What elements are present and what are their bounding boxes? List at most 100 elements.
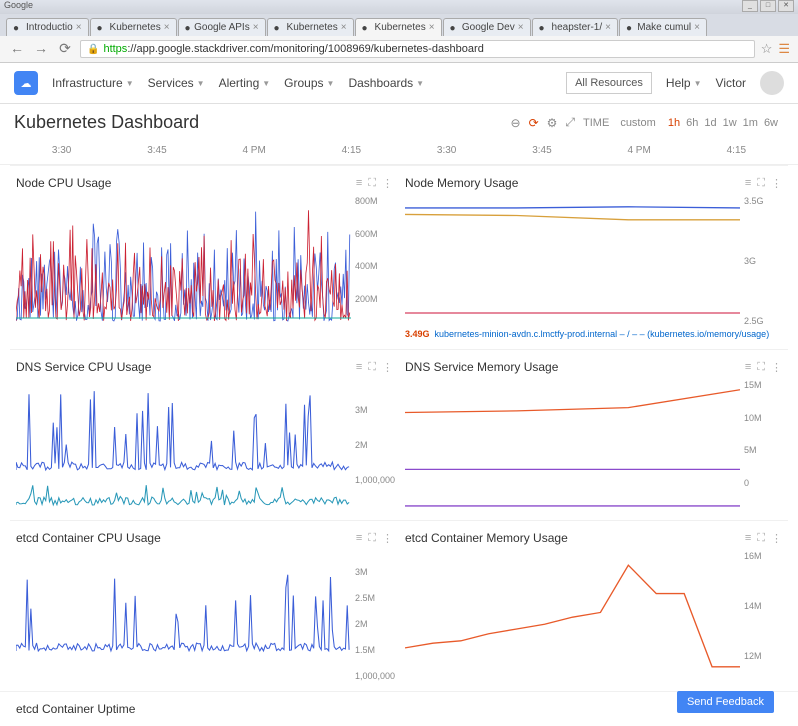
y-tick: 15M: [744, 380, 782, 390]
chart-plot[interactable]: [405, 196, 740, 326]
lock-icon: 🔒: [87, 44, 99, 55]
time-range-1w[interactable]: 1w: [720, 117, 740, 129]
y-tick: 10M: [744, 413, 782, 423]
resource-label: All Resources: [575, 77, 643, 89]
chart-expand-icon[interactable]: ⛶: [368, 177, 376, 190]
y-tick: 600M: [355, 229, 393, 239]
time-range-1h[interactable]: 1h: [665, 117, 683, 129]
nav-services[interactable]: Services▼: [148, 76, 205, 90]
y-tick: 2.5G: [744, 316, 782, 326]
chart-expand-icon[interactable]: ⛶: [368, 361, 376, 374]
chart-legend: 3.49G kubernetes-minion-avdn.c.lmctfy-pr…: [405, 329, 782, 339]
browser-tab[interactable]: ●Google Dev×: [443, 18, 531, 36]
browser-tab[interactable]: ●Introductio×: [6, 18, 89, 36]
time-range-6w[interactable]: 6w: [761, 117, 781, 129]
nav-dashboards[interactable]: Dashboards▼: [348, 76, 424, 90]
favicon-icon: ●: [97, 23, 107, 33]
browser-tab[interactable]: ●Make cumul×: [619, 18, 707, 36]
chart-list-icon[interactable]: ≡: [745, 532, 751, 545]
time-range-1m[interactable]: 1m: [740, 117, 761, 129]
forward-button[interactable]: →: [32, 40, 50, 58]
tab-close-icon[interactable]: ×: [429, 22, 435, 33]
y-tick: 16M: [744, 551, 782, 561]
tab-close-icon[interactable]: ×: [605, 22, 611, 33]
y-tick: 0: [744, 478, 782, 488]
favicon-icon: ●: [450, 23, 459, 33]
y-tick: 3M: [355, 405, 393, 415]
time-label: TIME: [583, 117, 609, 129]
title-toolbar: ⊖ ⟳ ⚙ ⤢ TIME custom 1h6h1d1w1m6w: [511, 115, 784, 130]
chart-menu-icon[interactable]: ⋮: [382, 177, 393, 190]
page-title: Kubernetes Dashboard: [14, 112, 199, 133]
time-range-1d[interactable]: 1d: [701, 117, 719, 129]
refresh-icon[interactable]: ⟳: [529, 116, 539, 130]
chart-list-icon[interactable]: ≡: [356, 177, 362, 190]
url-input[interactable]: 🔒 https://app.google.stackdriver.com/mon…: [80, 40, 755, 58]
y-tick: 2.5M: [355, 593, 393, 603]
y-tick: 1,000,000: [355, 671, 393, 681]
minimize-button[interactable]: _: [742, 0, 758, 12]
chart-plot[interactable]: [16, 380, 351, 510]
help-menu[interactable]: Help▼: [666, 76, 702, 90]
user-menu[interactable]: Victor: [716, 76, 746, 90]
send-feedback-button[interactable]: Send Feedback: [677, 691, 774, 713]
avatar[interactable]: [760, 71, 784, 95]
settings-icon[interactable]: ⚙: [547, 116, 558, 130]
chart-expand-icon[interactable]: ⛶: [757, 532, 765, 545]
tab-close-icon[interactable]: ×: [518, 22, 524, 33]
chart-grid: Node CPU Usage ≡ ⛶ ⋮ 800M600M400M200M No…: [0, 165, 798, 691]
tab-close-icon[interactable]: ×: [76, 22, 82, 33]
browser-tab[interactable]: ●Kubernetes×: [90, 18, 177, 36]
url-path: ://app.google.stackdriver.com/monitoring…: [127, 43, 484, 55]
tab-close-icon[interactable]: ×: [253, 22, 259, 33]
y-axis: 3.5G3G2.5G: [740, 196, 782, 326]
chart-list-icon[interactable]: ≡: [745, 361, 751, 374]
time-range-selector: custom 1h6h1d1w1m6w: [617, 117, 784, 129]
bookmark-icon[interactable]: ☆: [761, 41, 773, 57]
chart-menu-icon[interactable]: ⋮: [771, 532, 782, 545]
chart-expand-icon[interactable]: ⛶: [368, 532, 376, 545]
chart-expand-icon[interactable]: ⛶: [757, 177, 765, 190]
y-tick: 3M: [355, 567, 393, 577]
chart-menu-icon[interactable]: ⋮: [382, 532, 393, 545]
chart-list-icon[interactable]: ≡: [356, 532, 362, 545]
y-tick: 400M: [355, 261, 393, 271]
stackdriver-logo-icon[interactable]: ☁: [14, 71, 38, 95]
back-button[interactable]: ←: [8, 40, 26, 58]
tab-close-icon[interactable]: ×: [341, 22, 347, 33]
time-custom[interactable]: custom: [617, 117, 658, 129]
reload-button[interactable]: ⟳: [56, 40, 74, 58]
hamburger-icon[interactable]: ☰: [778, 41, 790, 57]
nav-alerting[interactable]: Alerting▼: [219, 76, 271, 90]
tab-close-icon[interactable]: ×: [164, 22, 170, 33]
browser-tab[interactable]: ●heapster-1/×: [532, 18, 618, 36]
maximize-button[interactable]: □: [760, 0, 776, 12]
chart-menu-icon[interactable]: ⋮: [771, 177, 782, 190]
chart-expand-icon[interactable]: ⛶: [757, 361, 765, 374]
nav-infrastructure[interactable]: Infrastructure▼: [52, 76, 134, 90]
time-range-6h[interactable]: 6h: [683, 117, 701, 129]
caret-icon: ▼: [694, 79, 702, 88]
chart-menu-icon[interactable]: ⋮: [771, 361, 782, 374]
chart-list-icon[interactable]: ≡: [356, 361, 362, 374]
chart-panel: etcd Container CPU Usage ≡ ⛶ ⋮ 3M2.5M2M1…: [10, 520, 399, 691]
y-axis: 16M14M12M: [740, 551, 782, 681]
y-axis: 800M600M400M200M: [351, 196, 393, 326]
time-tick: 3:30: [52, 145, 71, 156]
resource-selector[interactable]: All Resources: [566, 72, 652, 94]
zoom-out-icon[interactable]: ⊖: [511, 116, 521, 130]
fullscreen-icon[interactable]: ⤢: [565, 115, 575, 130]
chart-plot[interactable]: [16, 551, 351, 681]
browser-tab[interactable]: ●Kubernetes×: [355, 18, 442, 36]
tab-close-icon[interactable]: ×: [694, 22, 700, 33]
chart-plot[interactable]: [16, 196, 351, 326]
close-window-button[interactable]: ✕: [778, 0, 794, 12]
browser-tab[interactable]: ●Google APIs×: [178, 18, 266, 36]
nav-groups[interactable]: Groups▼: [284, 76, 334, 90]
chart-list-icon[interactable]: ≡: [745, 177, 751, 190]
chart-plot[interactable]: [405, 551, 740, 681]
chart-plot[interactable]: [405, 380, 740, 510]
time-tick: 4 PM: [242, 145, 265, 156]
chart-menu-icon[interactable]: ⋮: [382, 361, 393, 374]
browser-tab[interactable]: ●Kubernetes×: [267, 18, 354, 36]
